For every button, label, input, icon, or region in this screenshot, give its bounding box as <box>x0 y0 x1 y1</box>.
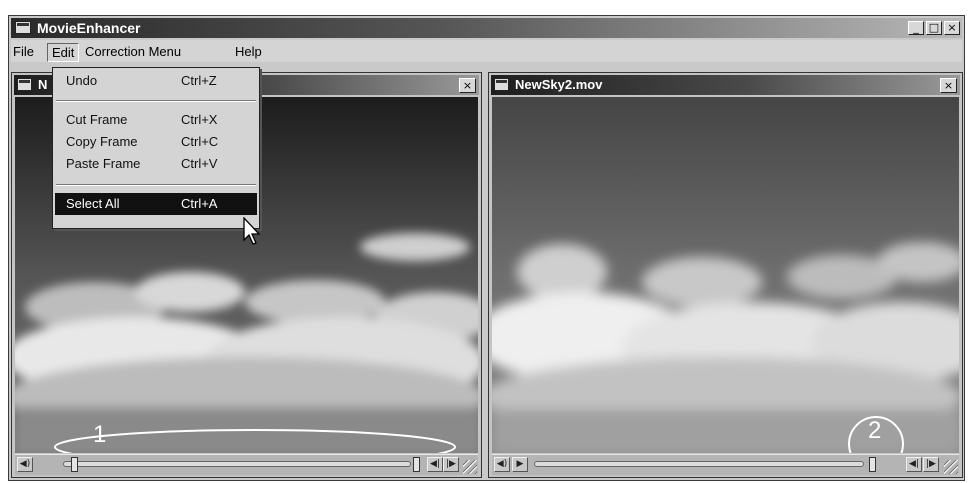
menu-separator <box>56 100 256 102</box>
menu-item-undo[interactable]: Undo Ctrl+Z <box>55 70 257 92</box>
mouse-cursor-icon <box>243 217 261 245</box>
undo-shortcut: Ctrl+Z <box>181 73 217 88</box>
app-window: MovieEnhancer _ □ × File Edit Correction… <box>8 15 965 481</box>
annotation-2: 2 <box>868 417 882 444</box>
menubar: File Edit Correction Menu Help <box>11 40 962 62</box>
window-icon[interactable] <box>17 78 32 91</box>
minimize-button[interactable]: _ <box>908 21 924 35</box>
cut-frame-shortcut: Ctrl+X <box>181 112 218 127</box>
window-icon[interactable] <box>15 21 31 34</box>
app-titlebar[interactable]: MovieEnhancer _ □ × <box>11 18 962 38</box>
left-window-title: N <box>38 77 48 92</box>
right-video-frame: 2 <box>492 97 959 453</box>
timeline-track[interactable] <box>63 461 411 467</box>
left-control-bar: ◀) ◀| |▶ <box>15 454 478 475</box>
copy-frame-label: Copy Frame <box>66 134 138 149</box>
play-icon[interactable]: ▶ <box>512 457 528 472</box>
paste-frame-label: Paste Frame <box>66 156 141 171</box>
right-window-titlebar[interactable]: NewSky2.mov × <box>491 75 960 95</box>
select-all-shortcut: Ctrl+A <box>181 196 218 211</box>
cut-frame-label: Cut Frame <box>66 112 128 127</box>
resize-grip-icon[interactable] <box>944 460 958 474</box>
menu-file[interactable]: File <box>9 43 38 60</box>
select-all-label: Select All <box>66 196 120 211</box>
right-video-window: NewSky2.mov × 2 ◀) ▶ ◀| |▶ <box>488 72 963 478</box>
maximize-button[interactable]: □ <box>926 21 942 35</box>
app-title: MovieEnhancer <box>37 20 141 36</box>
timeline-playhead[interactable] <box>869 457 876 472</box>
edit-menu: Undo Ctrl+Z Cut Frame Ctrl+X Copy Frame … <box>52 67 260 229</box>
speaker-icon[interactable]: ◀) <box>494 457 510 472</box>
menu-separator <box>56 184 256 186</box>
menu-item-select-all[interactable]: Select All Ctrl+A <box>55 193 257 215</box>
left-window-close-button[interactable]: × <box>459 78 476 93</box>
speaker-icon[interactable]: ◀) <box>17 457 33 472</box>
step-back-icon[interactable]: ◀| <box>427 457 443 472</box>
step-forward-icon[interactable]: |▶ <box>443 457 459 472</box>
timeline-end-marker[interactable] <box>413 457 420 472</box>
timeline-start-marker[interactable] <box>71 457 78 472</box>
clouds-image-right <box>492 97 959 453</box>
timeline-track[interactable] <box>534 461 864 467</box>
resize-grip-icon[interactable] <box>463 460 477 474</box>
right-window-close-button[interactable]: × <box>940 78 957 93</box>
menu-correction[interactable]: Correction Menu <box>81 43 185 60</box>
right-control-bar: ◀) ▶ ◀| |▶ <box>492 454 959 475</box>
menu-item-cut-frame[interactable]: Cut Frame Ctrl+X <box>55 109 257 131</box>
window-icon[interactable] <box>494 78 509 91</box>
close-button[interactable]: × <box>944 21 960 35</box>
menu-item-paste-frame[interactable]: Paste Frame Ctrl+V <box>55 153 257 175</box>
annotation-oval-1 <box>54 429 456 453</box>
menu-edit[interactable]: Edit <box>47 43 80 62</box>
step-forward-icon[interactable]: |▶ <box>923 457 939 472</box>
step-back-icon[interactable]: ◀| <box>906 457 922 472</box>
copy-frame-shortcut: Ctrl+C <box>181 134 219 149</box>
menu-item-copy-frame[interactable]: Copy Frame Ctrl+C <box>55 131 257 153</box>
menu-help[interactable]: Help <box>231 43 266 60</box>
undo-label: Undo <box>66 73 98 88</box>
right-window-title: NewSky2.mov <box>515 77 603 92</box>
paste-frame-shortcut: Ctrl+V <box>181 156 218 171</box>
